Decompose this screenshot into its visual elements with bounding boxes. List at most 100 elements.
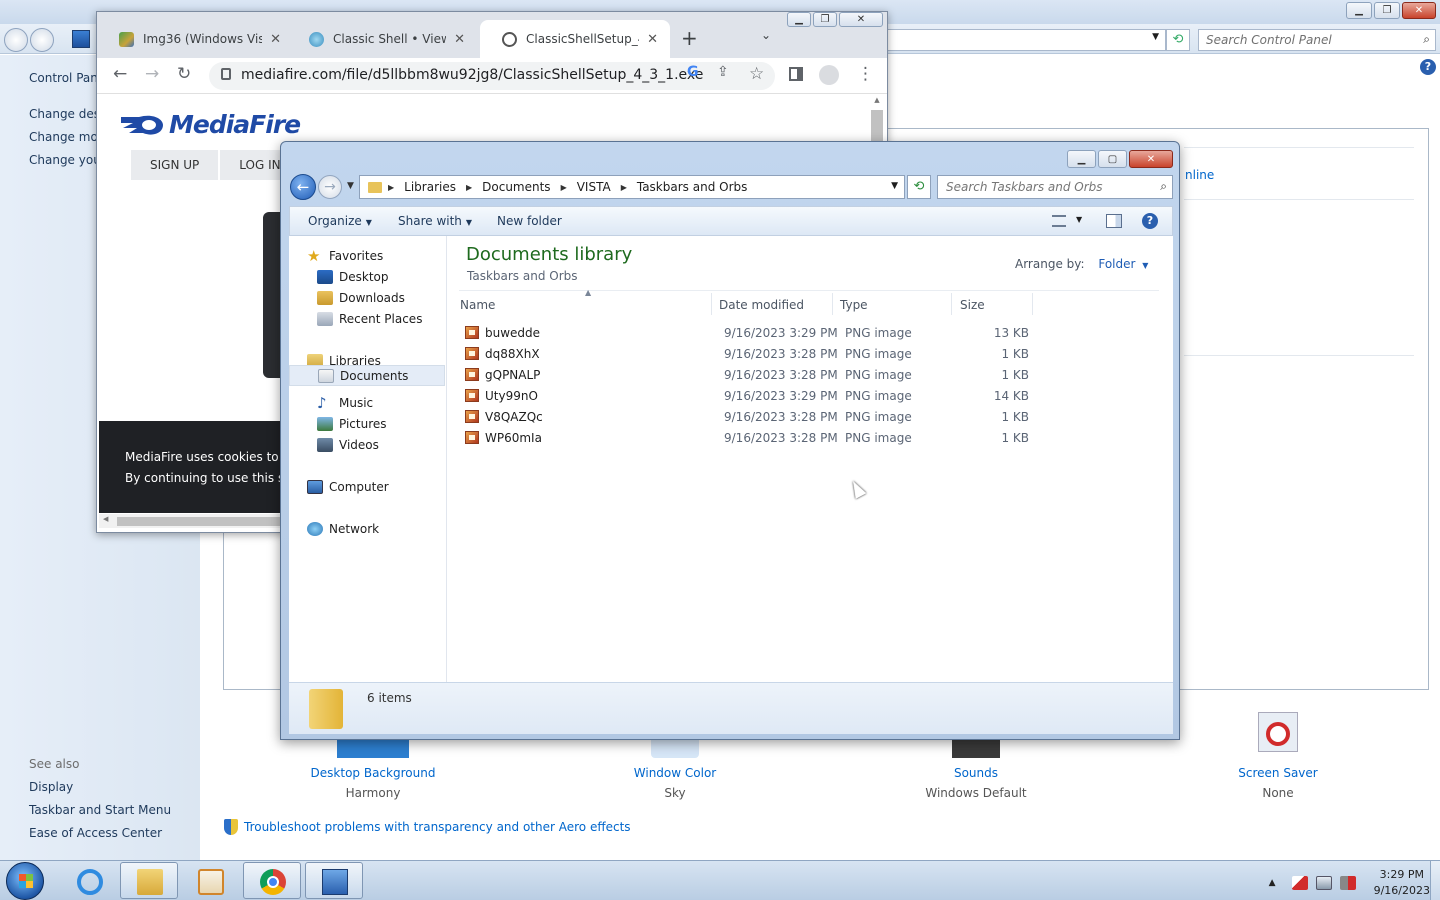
- scroll-thumb[interactable]: [871, 110, 883, 142]
- show-desktop-button[interactable]: [1430, 861, 1440, 900]
- maximize-button[interactable]: ▢: [1098, 150, 1127, 168]
- column-divider[interactable]: [1032, 293, 1033, 315]
- back-button[interactable]: [4, 28, 28, 52]
- chevron-down-icon[interactable]: ▼: [1142, 261, 1148, 270]
- screen-saver-label[interactable]: Screen Saver: [1178, 766, 1378, 780]
- new-folder-button[interactable]: New folder: [497, 214, 562, 228]
- back-arrow-icon[interactable]: ←: [113, 64, 127, 84]
- see-also-ease-of-access[interactable]: Ease of Access Center: [29, 826, 162, 840]
- breadcrumb-chevron-icon[interactable]: ▶: [561, 183, 567, 192]
- google-lens-icon[interactable]: G: [687, 64, 699, 80]
- bookmark-star-icon[interactable]: ☆: [749, 64, 764, 84]
- restore-button[interactable]: ❐: [813, 12, 837, 27]
- close-tab-icon[interactable]: ✕: [270, 32, 281, 47]
- mediafire-logo[interactable]: MediaFire: [119, 110, 301, 139]
- sign-up-button[interactable]: SIGN UP: [131, 150, 221, 180]
- sidebar-link-home[interactable]: Control Pane: [29, 71, 105, 85]
- close-button[interactable]: ✕: [1129, 150, 1173, 168]
- change-view-icon[interactable]: [1052, 215, 1066, 227]
- tab-mediafire[interactable]: ClassicShellSetup_4_3_1 ✕: [480, 20, 670, 58]
- troubleshoot-aero-label[interactable]: Troubleshoot problems with transparency …: [244, 820, 631, 834]
- chevron-down-icon[interactable]: ▼: [1152, 32, 1159, 42]
- sounds-label[interactable]: Sounds: [876, 766, 1076, 780]
- organize-button[interactable]: Organize ▼: [308, 214, 372, 228]
- nav-desktop[interactable]: Desktop: [317, 270, 389, 284]
- breadcrumb[interactable]: ▶ Libraries ▶ Documents ▶ VISTA ▶ Taskba…: [359, 175, 905, 199]
- nav-documents[interactable]: Documents: [289, 365, 445, 386]
- taskbar-windows-explorer[interactable]: [120, 862, 178, 899]
- breadcrumb-chevron-icon[interactable]: ▶: [621, 183, 627, 192]
- volume-muted-icon[interactable]: [1339, 876, 1356, 890]
- breadcrumb-chevron-icon[interactable]: ▶: [466, 183, 472, 192]
- column-header-size[interactable]: Size: [960, 298, 985, 312]
- breadcrumb-documents[interactable]: Documents: [482, 180, 550, 194]
- arrange-by-dropdown[interactable]: Folder: [1098, 257, 1135, 271]
- new-tab-icon[interactable]: +: [681, 26, 698, 50]
- file-row[interactable]: V8QAZQc 9/16/2023 3:28 PM PNG image 1 KB: [459, 406, 1029, 427]
- side-panel-icon[interactable]: [789, 67, 803, 81]
- recent-pages-chevron-icon[interactable]: ▼: [347, 181, 354, 191]
- scroll-thumb[interactable]: [117, 517, 285, 526]
- nav-music[interactable]: ♪ Music: [317, 396, 373, 411]
- close-tab-icon[interactable]: ✕: [454, 32, 465, 47]
- action-center-flag-icon[interactable]: [1291, 876, 1308, 890]
- minimize-button[interactable]: ▁: [1067, 150, 1096, 168]
- nav-favorites[interactable]: ★ Favorites: [307, 249, 383, 264]
- taskbar-media-player[interactable]: [181, 862, 239, 899]
- breadcrumb-chevron-icon[interactable]: ▶: [388, 183, 394, 192]
- show-hidden-icons-icon[interactable]: ▲: [1269, 878, 1276, 888]
- minimize-button[interactable]: ▁: [787, 12, 811, 27]
- see-also-taskbar[interactable]: Taskbar and Start Menu: [29, 803, 171, 817]
- search-input[interactable]: Search Taskbars and Orbs ⌕: [937, 175, 1173, 199]
- breadcrumb-taskbars-and-orbs[interactable]: Taskbars and Orbs: [637, 180, 748, 194]
- sidebar-link-account-picture[interactable]: Change your: [29, 153, 106, 167]
- breadcrumb-libraries[interactable]: Libraries: [404, 180, 456, 194]
- forward-button[interactable]: [30, 28, 54, 52]
- view-options-chevron-icon[interactable]: ▼: [1076, 215, 1082, 224]
- share-with-button[interactable]: Share with ▼: [398, 214, 472, 228]
- nav-pictures[interactable]: Pictures: [317, 417, 387, 431]
- scroll-up-icon[interactable]: ▲: [871, 96, 883, 104]
- nav-downloads[interactable]: Downloads: [317, 291, 405, 305]
- column-divider[interactable]: [832, 293, 833, 315]
- minimize-button[interactable]: ▁: [1346, 2, 1372, 19]
- nav-recent-places[interactable]: Recent Places: [317, 312, 422, 326]
- column-header-name[interactable]: Name: [460, 298, 495, 312]
- column-header-type[interactable]: Type: [840, 298, 868, 312]
- tab-classic-shell-forum[interactable]: Classic Shell • View topic ✕: [287, 20, 477, 58]
- scroll-left-icon[interactable]: ◀: [103, 515, 108, 523]
- get-more-themes-online-link[interactable]: nline: [1185, 168, 1214, 182]
- column-divider[interactable]: [711, 293, 712, 315]
- taskbar-chrome[interactable]: [243, 862, 301, 899]
- clock[interactable]: 3:29 PM 9/16/2023: [1374, 867, 1430, 899]
- sidebar-link-mouse-pointers[interactable]: Change mou: [29, 130, 105, 144]
- network-tray-icon[interactable]: [1315, 876, 1332, 890]
- lock-icon[interactable]: [221, 68, 231, 80]
- file-row[interactable]: gQPNALP 9/16/2023 3:28 PM PNG image 1 KB: [459, 364, 1029, 385]
- tab-img36[interactable]: Img36 (Windows Vista) ✕: [97, 20, 293, 58]
- taskbar-internet-explorer[interactable]: [60, 862, 118, 899]
- nav-videos[interactable]: Videos: [317, 438, 379, 452]
- search-icon[interactable]: ⌕: [1160, 179, 1167, 194]
- nav-network[interactable]: Network: [307, 522, 379, 536]
- file-row[interactable]: dq88XhX 9/16/2023 3:28 PM PNG image 1 KB: [459, 343, 1029, 364]
- file-row[interactable]: Uty99nO 9/16/2023 3:29 PM PNG image 14 K…: [459, 385, 1029, 406]
- column-header-date-modified[interactable]: Date modified: [719, 298, 804, 312]
- preview-pane-icon[interactable]: [1106, 214, 1122, 228]
- profile-avatar-icon[interactable]: [819, 65, 839, 85]
- menu-dots-icon[interactable]: ⋮: [857, 64, 874, 84]
- tab-search-chevron-icon[interactable]: ⌄: [761, 28, 771, 42]
- search-icon[interactable]: ⌕: [1423, 32, 1430, 47]
- restore-button[interactable]: ❐: [1374, 2, 1400, 19]
- share-icon[interactable]: ⇪: [717, 64, 729, 80]
- help-icon[interactable]: ?: [1142, 213, 1158, 229]
- column-divider[interactable]: [951, 293, 952, 315]
- back-arrow-icon[interactable]: ←: [290, 174, 316, 200]
- forward-arrow-icon[interactable]: →: [318, 175, 342, 199]
- file-row[interactable]: WP60mIa 9/16/2023 3:28 PM PNG image 1 KB: [459, 427, 1029, 448]
- nav-computer[interactable]: Computer: [307, 480, 389, 494]
- file-row[interactable]: buwedde 9/16/2023 3:29 PM PNG image 13 K…: [459, 322, 1029, 343]
- troubleshoot-aero-link[interactable]: Troubleshoot problems with transparency …: [224, 819, 631, 835]
- refresh-button[interactable]: ⟲: [1166, 29, 1190, 51]
- close-button[interactable]: ✕: [1402, 2, 1436, 19]
